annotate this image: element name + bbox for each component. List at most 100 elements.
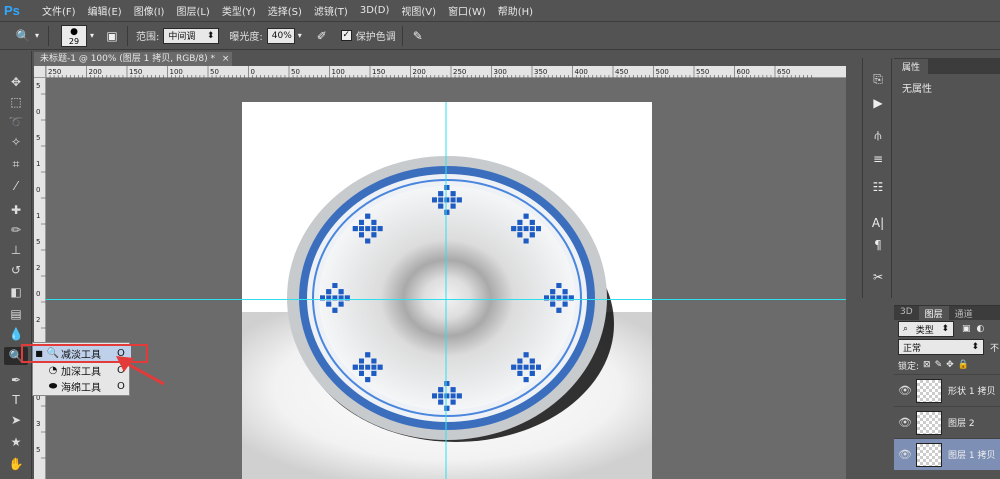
chevron-down-icon[interactable]: ▾ — [32, 27, 42, 45]
menu-filter[interactable]: 滤镜(T) — [308, 3, 354, 18]
adjust-filter-icon[interactable]: ◐ — [977, 324, 985, 334]
hand-tool-icon[interactable]: ✋ — [4, 455, 28, 473]
exposure-input[interactable]: 40% — [266, 27, 295, 44]
document-tab[interactable]: 未标题-1 @ 100% (图层 1 拷贝, RGB/8) * × — [34, 52, 232, 66]
lock-all-icon[interactable]: 🔒 — [958, 360, 969, 370]
divider — [401, 25, 403, 46]
brush-tool-icon[interactable]: ✏ — [4, 221, 28, 239]
quick-select-tool-icon[interactable]: ✧ — [4, 133, 28, 151]
menu-edit[interactable]: 编辑(E) — [82, 3, 128, 18]
eye-icon[interactable]: 👁 — [894, 384, 916, 397]
motif-square — [511, 226, 517, 232]
menu-image[interactable]: 图像(I) — [128, 3, 171, 18]
motif-square — [523, 226, 529, 232]
eye-icon[interactable]: 👁 — [894, 416, 916, 429]
motif-square — [365, 377, 371, 383]
ruler-h-label: 100 — [170, 68, 183, 76]
crop-tool-icon[interactable]: ⌗ — [4, 155, 28, 173]
history-icon[interactable]: ⎘ — [869, 70, 887, 88]
ruler-h-label: 50 — [291, 68, 300, 76]
shape-tool-icon[interactable]: ★ — [4, 433, 28, 451]
image-filter-icon[interactable]: ▣ — [962, 324, 971, 334]
protect-tones-checkbox[interactable]: ✓ — [340, 30, 352, 41]
menu-layer[interactable]: 图层(L) — [170, 3, 215, 18]
pen-tool-icon[interactable]: ✒ — [4, 371, 28, 389]
motif-square — [444, 393, 450, 399]
type-tool-icon[interactable]: T — [4, 391, 28, 409]
motif-square — [338, 301, 344, 307]
motif-square — [438, 387, 444, 393]
menu-3d[interactable]: 3D(D) — [354, 5, 396, 16]
tab-layers[interactable]: 图层 — [918, 306, 949, 320]
close-icon[interactable]: × — [222, 54, 230, 64]
canvas-area[interactable] — [46, 78, 846, 479]
marquee-tool-icon[interactable]: ⬚ — [4, 93, 28, 111]
actions-play-icon[interactable]: ▶ — [869, 94, 887, 112]
character-icon[interactable]: A| — [869, 214, 887, 232]
dodge-tool-preset-icon[interactable]: 🔍 — [14, 27, 32, 45]
motif-square — [438, 191, 444, 197]
layer-row-selected[interactable]: 👁 图层 1 拷贝 — [894, 438, 1000, 470]
brush-preset-picker[interactable]: ● 29 — [61, 24, 87, 47]
motif-square — [371, 226, 377, 232]
motif-square — [562, 301, 568, 307]
move-tool-icon[interactable]: ✥ — [4, 73, 28, 91]
motif-square — [523, 377, 529, 383]
motif-square — [359, 358, 365, 364]
protect-tones-label: 保护色调 — [355, 32, 396, 43]
properties-tab[interactable]: 属性 — [894, 58, 1000, 74]
document-canvas[interactable] — [242, 102, 652, 479]
stamp-tool-icon[interactable]: ⊥ — [4, 241, 28, 259]
history-brush-tool-icon[interactable]: ↺ — [4, 261, 28, 279]
layer-comps-icon[interactable]: ☷ — [869, 178, 887, 196]
tab-channels[interactable]: 通道 — [949, 306, 979, 320]
tool-presets-icon[interactable]: ✂ — [869, 268, 887, 286]
layer-name: 形状 1 拷贝 — [948, 387, 996, 397]
layer-filter-select[interactable]: ⌕ 类型 ⬍ — [898, 321, 954, 337]
eye-icon[interactable]: 👁 — [894, 448, 916, 461]
motif-square — [523, 352, 529, 358]
lock-pixels-icon[interactable]: ✎ — [935, 360, 943, 370]
brush-presets-icon[interactable]: ⫛ — [869, 126, 887, 144]
lock-transparent-icon[interactable]: ⊠ — [923, 360, 931, 370]
lock-position-icon[interactable]: ✥ — [946, 360, 954, 370]
motif-square — [511, 364, 517, 370]
eyedropper-tool-icon[interactable]: ⁄ — [4, 177, 28, 195]
blur-tool-icon[interactable]: 💧 — [4, 325, 28, 343]
motif-square — [523, 364, 529, 370]
menu-type[interactable]: 类型(Y) — [216, 3, 262, 18]
lock-label: 锁定: — [898, 361, 920, 372]
ruler-v-label: 0 — [36, 290, 40, 298]
chevron-down-icon[interactable]: ▾ — [295, 27, 305, 45]
motif-square — [444, 405, 450, 411]
motif-square — [529, 358, 535, 364]
paragraph-icon[interactable]: ¶ — [869, 236, 887, 254]
blend-mode-select[interactable]: 正常 ⬍ — [898, 339, 984, 355]
tab-3d[interactable]: 3D — [894, 306, 919, 320]
path-select-tool-icon[interactable]: ➤ — [4, 411, 28, 429]
ruler-v-ticks: 505101520253035 — [36, 82, 46, 459]
layer-row[interactable]: 👁 图层 2 — [894, 406, 1000, 438]
layer-row[interactable]: 👁 形状 1 拷贝 — [894, 374, 1000, 406]
menu-file[interactable]: 文件(F) — [36, 3, 82, 18]
menu-select[interactable]: 选择(S) — [262, 3, 308, 18]
pressure-icon[interactable]: ✎ — [409, 27, 427, 45]
menu-view[interactable]: 视图(V) — [395, 3, 442, 18]
flyout-item-label: 海绵工具 — [61, 382, 101, 394]
motif-square — [562, 289, 568, 295]
brush-panel-icon[interactable]: ▣ — [103, 27, 121, 45]
motif-square — [371, 219, 377, 225]
ruler-h-label: 100 — [332, 68, 345, 76]
menu-window[interactable]: 窗口(W) — [442, 3, 492, 18]
menu-help[interactable]: 帮助(H) — [492, 3, 539, 18]
healing-tool-icon[interactable]: ✚ — [4, 201, 28, 219]
gradient-tool-icon[interactable]: ▤ — [4, 305, 28, 323]
motif-square — [432, 393, 437, 399]
range-select[interactable]: 中间调 ⬍ — [163, 27, 220, 44]
clone-source-icon[interactable]: ≡ — [869, 150, 887, 168]
ruler-h-label: 300 — [494, 68, 507, 76]
eraser-tool-icon[interactable]: ◧ — [4, 283, 28, 301]
airbrush-icon[interactable]: ✐ — [313, 27, 331, 45]
chevron-down-icon[interactable]: ▾ — [87, 27, 97, 45]
lasso-tool-icon[interactable]: ➰ — [4, 113, 28, 131]
